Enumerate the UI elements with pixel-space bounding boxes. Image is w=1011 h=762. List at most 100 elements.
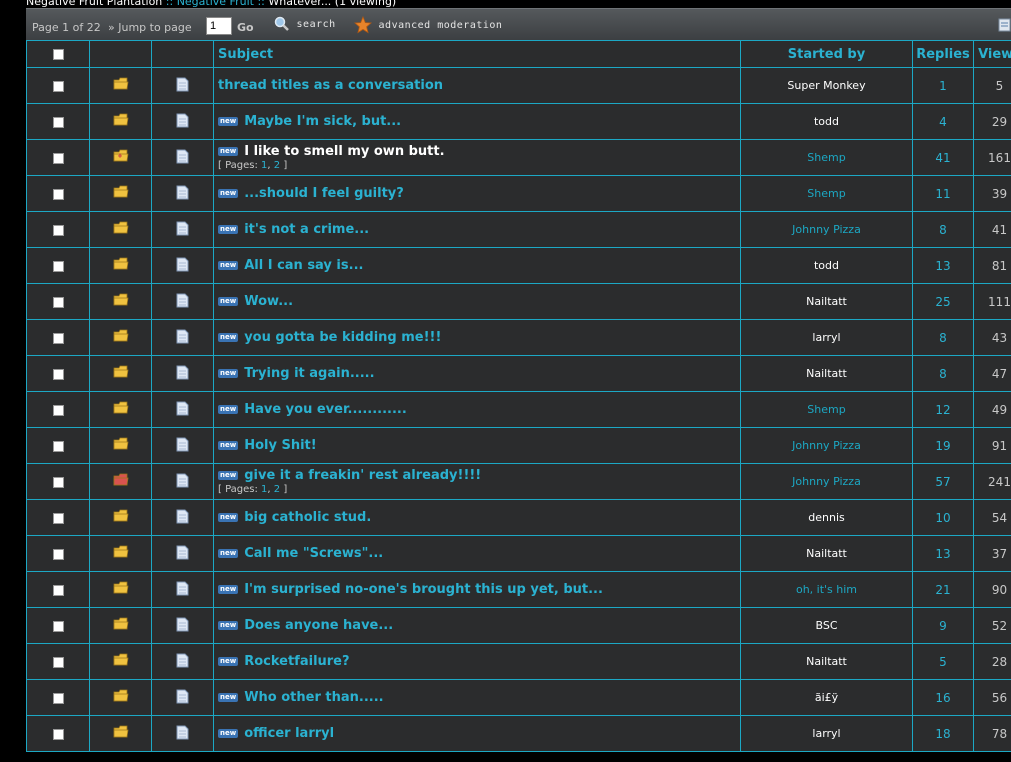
new-posts-badge[interactable]: new (218, 225, 239, 234)
thread-title-link[interactable]: thread titles as a conversation (218, 78, 443, 93)
new-posts-badge[interactable]: new (218, 621, 239, 630)
replies-count-link[interactable]: 1 (939, 79, 947, 93)
replies-count-link[interactable]: 16 (935, 691, 950, 705)
new-posts-badge[interactable]: new (218, 261, 239, 270)
thread-title-link[interactable]: Does anyone have... (244, 618, 393, 633)
search-link[interactable]: search (274, 16, 336, 32)
started-by-column-header[interactable]: Started by (740, 40, 913, 68)
thread-title-link[interactable]: give it a freakin' rest already!!!! (244, 468, 481, 483)
thread-title-link[interactable]: big catholic stud. (244, 510, 371, 525)
replies-count-link[interactable]: 13 (935, 259, 950, 273)
thread-title-link[interactable]: ...should I feel guilty? (244, 186, 404, 201)
views-column-header[interactable]: Views (973, 40, 1011, 68)
thread-author[interactable]: Johnny Pizza (792, 475, 861, 488)
new-posts-badge[interactable]: new (218, 585, 239, 594)
thread-select-checkbox[interactable] (52, 332, 64, 344)
thread-author[interactable]: Shemp (807, 403, 845, 416)
replies-count-link[interactable]: 5 (939, 655, 947, 669)
thread-select-checkbox[interactable] (52, 224, 64, 236)
breadcrumb-forum[interactable]: Negative Fruit (177, 0, 254, 8)
jump-to-page-input[interactable] (206, 17, 232, 35)
new-posts-badge[interactable]: new (218, 405, 239, 414)
replies-count-link[interactable]: 8 (939, 223, 947, 237)
thread-select-checkbox[interactable] (52, 260, 64, 272)
thread-select-checkbox[interactable] (52, 620, 64, 632)
new-posts-badge[interactable]: new (218, 189, 239, 198)
thread-select-checkbox[interactable] (52, 476, 64, 488)
replies-count-link[interactable]: 57 (935, 475, 950, 489)
replies-cell: 13 (912, 535, 974, 572)
new-posts-badge[interactable]: new (218, 729, 239, 738)
thread-title-link[interactable]: Maybe I'm sick, but... (244, 114, 401, 129)
new-posts-badge[interactable]: new (218, 333, 239, 342)
select-all-checkbox[interactable] (52, 48, 64, 60)
replies-count-link[interactable]: 8 (939, 367, 947, 381)
replies-count-link[interactable]: 18 (935, 727, 950, 741)
thread-select-checkbox[interactable] (52, 548, 64, 560)
thread-select-checkbox[interactable] (52, 404, 64, 416)
replies-count-link[interactable]: 10 (935, 511, 950, 525)
thread-select-checkbox[interactable] (52, 512, 64, 524)
thread-select-checkbox[interactable] (52, 80, 64, 92)
views-cell: 43 (973, 319, 1011, 356)
replies-count-link[interactable]: 13 (935, 547, 950, 561)
new-posts-badge[interactable]: new (218, 441, 239, 450)
page-info: Page 1 of 22 (32, 21, 101, 34)
replies-column-header[interactable]: Replies (912, 40, 974, 68)
new-posts-badge[interactable]: new (218, 297, 239, 306)
print-icon[interactable] (998, 17, 1011, 32)
thread-title-link[interactable]: officer larryl (244, 726, 334, 741)
thread-author[interactable]: Johnny Pizza (792, 439, 861, 452)
new-posts-badge[interactable]: new (218, 513, 239, 522)
replies-count-link[interactable]: 21 (935, 583, 950, 597)
thread-select-checkbox[interactable] (52, 656, 64, 668)
thread-row: new Does anyone have... BSC 9 52 (26, 607, 1011, 644)
thread-title-link[interactable]: I like to smell my own butt. (244, 144, 444, 159)
new-posts-badge[interactable]: new (218, 147, 239, 156)
thread-title-link[interactable]: Call me "Screws"... (244, 546, 383, 561)
new-posts-badge[interactable]: new (218, 369, 239, 378)
thread-select-checkbox[interactable] (52, 116, 64, 128)
thread-title-link[interactable]: you gotta be kidding me!!! (244, 330, 441, 345)
thread-title-link[interactable]: Who other than..... (244, 690, 383, 705)
new-posts-badge[interactable]: new (218, 549, 239, 558)
new-posts-badge[interactable]: new (218, 693, 239, 702)
thread-select-checkbox[interactable] (52, 692, 64, 704)
thread-select-checkbox[interactable] (52, 296, 64, 308)
replies-count-link[interactable]: 11 (935, 187, 950, 201)
replies-count-link[interactable]: 12 (935, 403, 950, 417)
replies-count-link[interactable]: 19 (935, 439, 950, 453)
thread-row: new you gotta be kidding me!!! larryl 8 43 (26, 319, 1011, 356)
thread-title-link[interactable]: Trying it again..... (244, 366, 374, 381)
replies-count-link[interactable]: 41 (935, 151, 950, 165)
thread-title-link[interactable]: Have you ever............ (244, 402, 407, 417)
thread-select-checkbox[interactable] (52, 440, 64, 452)
thread-title-link[interactable]: I'm surprised no-one's brought this up y… (244, 582, 603, 597)
replies-count-link[interactable]: 25 (935, 295, 950, 309)
thread-select-checkbox[interactable] (52, 188, 64, 200)
thread-select-checkbox[interactable] (52, 584, 64, 596)
replies-count-link[interactable]: 8 (939, 331, 947, 345)
advanced-moderation-link[interactable]: advanced moderation (354, 15, 502, 34)
thread-author[interactable]: Shemp (807, 187, 845, 200)
thread-author[interactable]: Johnny Pizza (792, 223, 861, 236)
subject-cell: new you gotta be kidding me!!! (213, 319, 741, 356)
thread-select-checkbox[interactable] (52, 728, 64, 740)
new-posts-badge[interactable]: new (218, 117, 239, 126)
thread-title-link[interactable]: it's not a crime... (244, 222, 369, 237)
thread-author[interactable]: Shemp (807, 151, 845, 164)
thread-title-link[interactable]: Wow... (244, 294, 293, 309)
replies-count-link[interactable]: 4 (939, 115, 947, 129)
breadcrumb-forum-root[interactable]: Negative Fruit Plantation (26, 0, 162, 8)
subject-column-header[interactable]: Subject (213, 40, 741, 68)
thread-select-checkbox[interactable] (52, 368, 64, 380)
go-button[interactable]: Go (237, 21, 254, 34)
thread-title-link[interactable]: Rocketfailure? (244, 654, 349, 669)
thread-title-link[interactable]: All I can say is... (244, 258, 363, 273)
new-posts-badge[interactable]: new (218, 471, 239, 480)
thread-title-link[interactable]: Holy Shit! (244, 438, 316, 453)
thread-select-checkbox[interactable] (52, 152, 64, 164)
replies-count-link[interactable]: 9 (939, 619, 947, 633)
thread-author[interactable]: oh, it's him (796, 583, 857, 596)
new-posts-badge[interactable]: new (218, 657, 239, 666)
